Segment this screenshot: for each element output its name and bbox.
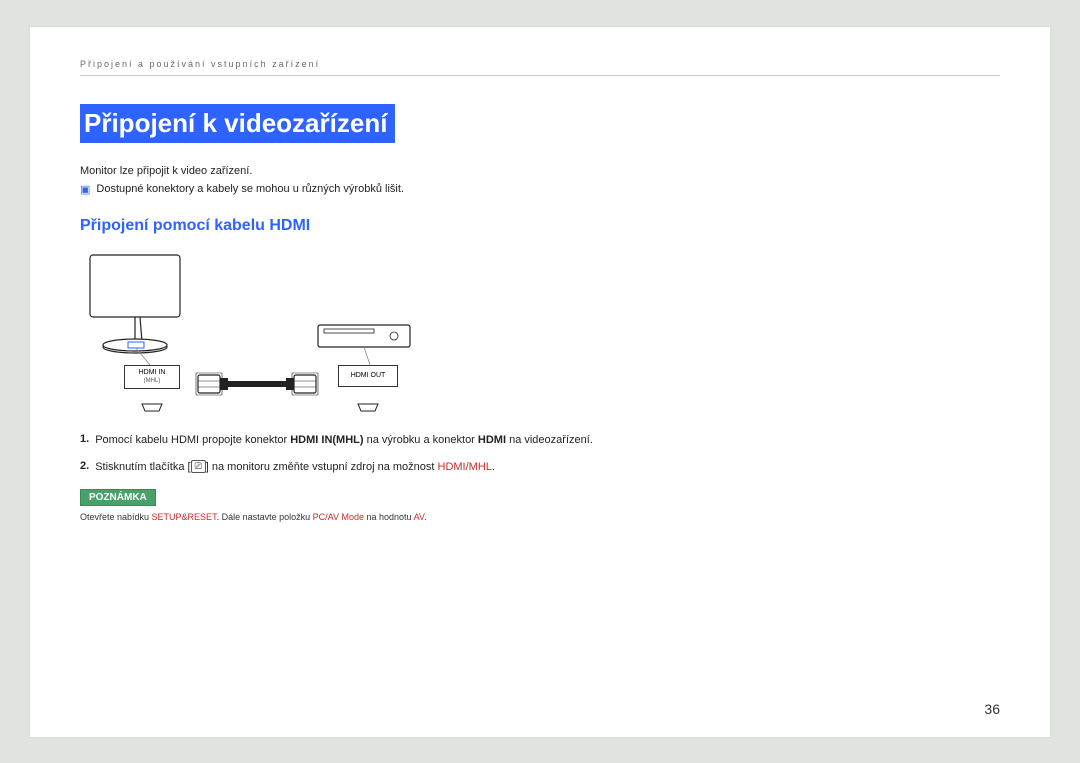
connection-diagram: HDMI IN (MHL) HDMI OUT <box>80 247 420 417</box>
port-label-in: HDMI IN (MHL) <box>124 365 180 389</box>
bullet-text: Dostupné konektory a kabely se mohou u r… <box>96 183 404 195</box>
port-in-text: HDMI IN <box>129 368 175 377</box>
note-badge: POZNÁMKA <box>80 489 156 506</box>
bullet-icon: ▣ <box>80 183 90 197</box>
port-label-out: HDMI OUT <box>338 365 398 387</box>
source-button-icon: ⎚ <box>191 460 206 473</box>
bullet-note: ▣ Dostupné konektory a kabely se mohou u… <box>80 183 1000 197</box>
steps-list: 1. Pomocí kabelu HDMI propojte konektor … <box>80 433 1000 475</box>
step-text: Pomocí kabelu HDMI propojte konektor HDM… <box>95 433 1000 448</box>
step-number: 2. <box>80 460 89 475</box>
page-title: Připojení k videozařízení <box>80 104 395 143</box>
page-number: 36 <box>984 701 1000 717</box>
breadcrumb: Připojení a používání vstupních zařízení <box>80 59 1000 76</box>
intro-text: Monitor lze připojit k video zařízení. <box>80 165 1000 177</box>
note-text: Otevřete nabídku SETUP&RESET. Dále nasta… <box>80 512 1000 522</box>
section-heading: Připojení pomocí kabelu HDMI <box>80 217 1000 235</box>
step-text: Stisknutím tlačítka [⎚] na monitoru změň… <box>95 460 1000 475</box>
step-2: 2. Stisknutím tlačítka [⎚] na monitoru z… <box>80 460 1000 475</box>
document-page: Připojení a používání vstupních zařízení… <box>30 27 1050 737</box>
port-in-sub: (MHL) <box>129 377 175 386</box>
step-1: 1. Pomocí kabelu HDMI propojte konektor … <box>80 433 1000 448</box>
port-out-text: HDMI OUT <box>351 372 386 379</box>
step-number: 1. <box>80 433 89 448</box>
